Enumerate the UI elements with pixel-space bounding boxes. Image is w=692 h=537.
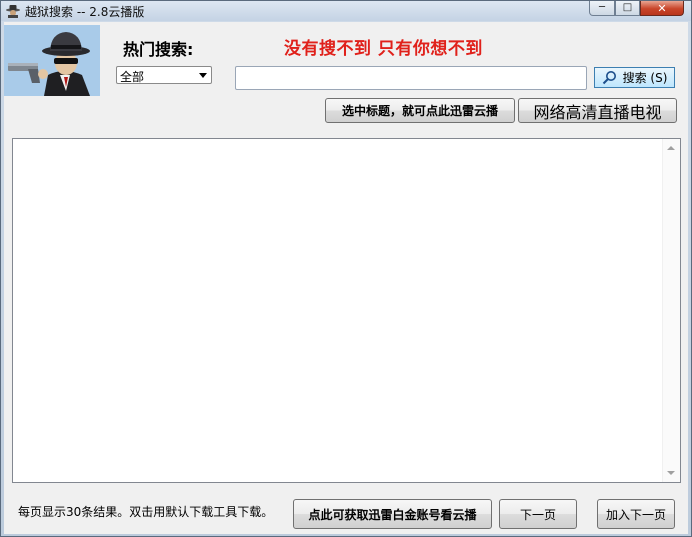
scroll-up-icon[interactable]	[667, 146, 675, 150]
scroll-down-icon[interactable]	[667, 471, 675, 475]
maximize-button[interactable]: □	[615, 1, 640, 16]
close-button[interactable]: ✕	[640, 1, 684, 16]
play-selected-button[interactable]: 选中标题，就可点此迅雷云播	[325, 98, 515, 123]
title-bar[interactable]: 越狱搜索 -- 2.8云播版 ─ □ ✕	[1, 1, 691, 21]
status-text: 每页显示30条结果。双击用默认下载工具下载。	[18, 505, 274, 519]
hot-search-label: 热门搜索:	[123, 40, 194, 59]
app-window: 越狱搜索 -- 2.8云播版 ─ □ ✕ 热门搜索: 没有搜不到 只有你想不到 …	[0, 0, 692, 537]
next-page-button[interactable]: 下一页	[499, 499, 577, 529]
client-area: 热门搜索: 没有搜不到 只有你想不到 全部 搜索 (S) 选中标题，就可点此迅雷…	[4, 22, 688, 534]
gangster-with-gun-icon	[4, 25, 100, 96]
category-select-value: 全部	[120, 70, 145, 84]
window-title: 越狱搜索 -- 2.8云播版	[25, 5, 145, 19]
hat-man-icon	[6, 5, 20, 18]
close-icon: ✕	[657, 1, 667, 15]
maximize-icon: □	[622, 2, 633, 13]
magnifier-icon	[602, 71, 616, 85]
search-button[interactable]: 搜索 (S)	[594, 67, 675, 88]
search-button-label: 搜索 (S)	[622, 71, 668, 85]
minimize-icon: ─	[598, 2, 606, 13]
category-select[interactable]: 全部	[116, 66, 212, 84]
live-tv-button[interactable]: 网络高清直播电视	[518, 98, 677, 123]
minimize-button[interactable]: ─	[589, 1, 615, 16]
chevron-down-icon	[199, 73, 207, 78]
vertical-scrollbar[interactable]	[662, 139, 680, 482]
add-next-page-button[interactable]: 加入下一页	[597, 499, 675, 529]
get-account-button[interactable]: 点此可获取迅雷白金账号看云播	[293, 499, 492, 529]
slogan-text: 没有搜不到 只有你想不到	[284, 39, 483, 59]
search-input[interactable]	[235, 66, 587, 90]
results-list[interactable]	[12, 138, 681, 483]
